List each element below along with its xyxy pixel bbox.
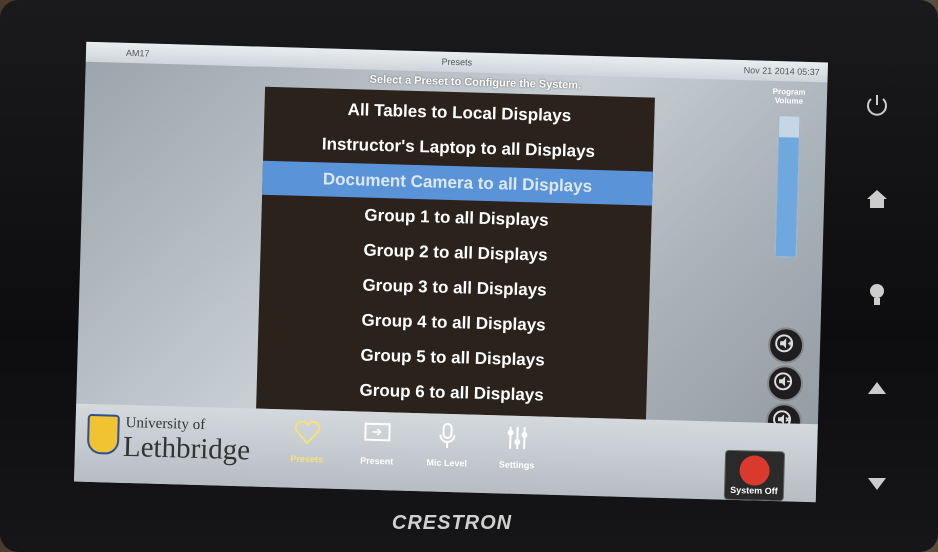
volume-slider[interactable] [774, 115, 801, 258]
nav-presets[interactable]: Presets [274, 417, 340, 483]
monitor-icon [364, 422, 391, 442]
touch-screen: AM17 Presets Nov 21 2014 05:37 Select a … [74, 41, 828, 503]
volume-panel: Program Volume [755, 87, 817, 318]
nav-mic-level[interactable]: Mic Level [414, 421, 480, 487]
nav-present[interactable]: Present [344, 419, 410, 485]
arrow-up-button[interactable] [860, 372, 894, 406]
volume-up-button[interactable] [767, 326, 805, 364]
lightbulb-button[interactable] [860, 278, 894, 312]
sliders-icon [507, 426, 528, 450]
heart-icon [294, 420, 321, 445]
preset-list: All Tables to Local Displays Instructor's… [256, 86, 655, 420]
brand-logo: CRESTRON [391, 512, 513, 534]
nav-label: Present [360, 455, 394, 467]
nav-label: Presets [290, 453, 324, 465]
volume-down-icon [774, 372, 793, 391]
microphone-icon [439, 422, 456, 448]
nav-settings[interactable]: Settings [484, 423, 550, 489]
logo-line2: Lethbridge [122, 430, 251, 467]
nav-label: Settings [498, 459, 535, 471]
volume-fill [775, 137, 799, 257]
power-button[interactable] [860, 88, 894, 122]
volume-label: Program Volume [772, 86, 806, 106]
arrow-down-button[interactable] [860, 466, 894, 500]
photo-scene: AM17 Presets Nov 21 2014 05:37 Select a … [0, 0, 938, 552]
datetime: Nov 21 2014 05:37 [743, 65, 820, 78]
university-logo: University of Lethbridge [82, 410, 264, 475]
system-off-label: System Off [730, 484, 778, 497]
system-off-button[interactable]: System Off [723, 449, 786, 502]
volume-up-icon [775, 334, 794, 353]
power-icon [739, 455, 770, 486]
home-button[interactable] [860, 182, 894, 216]
nav-label: Mic Level [426, 457, 468, 469]
shield-icon [86, 413, 120, 455]
volume-down-button[interactable] [766, 364, 804, 402]
